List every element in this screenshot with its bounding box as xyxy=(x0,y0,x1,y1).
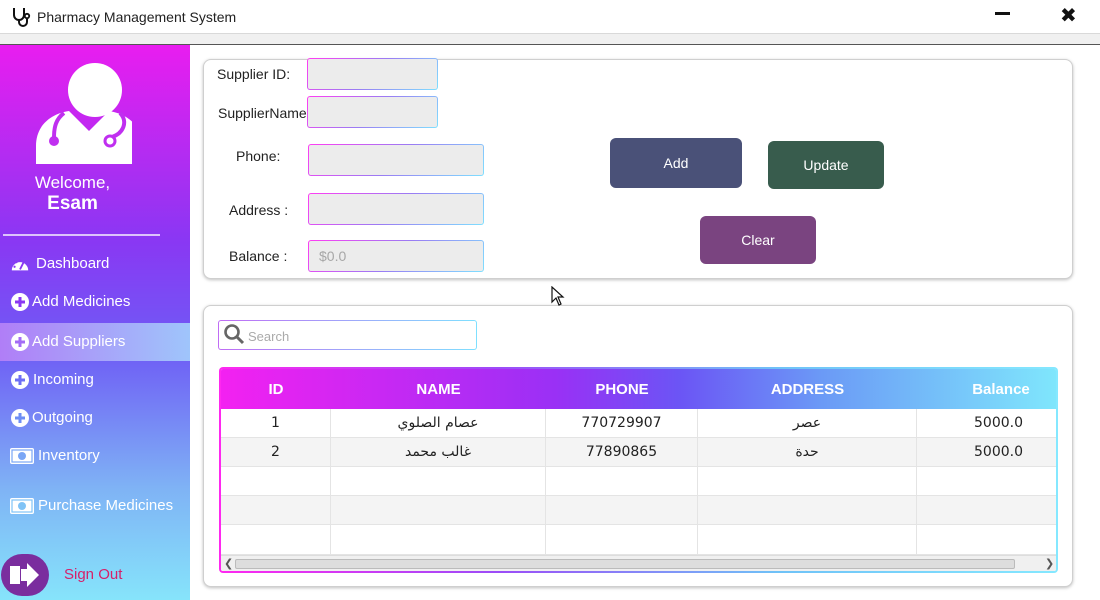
plus-circle-icon xyxy=(11,409,29,427)
empty-table-row xyxy=(221,496,1056,525)
supplier-id-label: Supplier ID: xyxy=(217,66,291,82)
sidebar-item-label: Incoming xyxy=(33,371,94,388)
sidebar-item-add-medicines[interactable]: Add Medicines xyxy=(0,283,190,321)
sidebar-item-purchase-medicines[interactable]: Purchase Medicines xyxy=(0,487,190,525)
horizontal-scrollbar[interactable]: ❮ ❯ xyxy=(221,555,1056,571)
search-icon xyxy=(224,324,245,345)
sidebar-item-incoming[interactable]: Incoming xyxy=(0,361,190,399)
sign-out-icon xyxy=(10,563,39,587)
money-bill-icon xyxy=(10,498,34,514)
sidebar-item-label: Purchase Medicines xyxy=(38,497,174,514)
table-row[interactable]: 1 عصام الصلوي 770729907 عصر 5000.0 xyxy=(221,409,1056,438)
cell-address: عصر xyxy=(698,409,917,438)
title-bar: Pharmacy Management System ✖ xyxy=(0,0,1100,34)
stethoscope-icon xyxy=(13,8,31,27)
phone-field[interactable] xyxy=(308,144,484,176)
sidebar-item-label: Outgoing xyxy=(32,409,93,426)
column-header-name[interactable]: NAME xyxy=(331,381,546,398)
sidebar-item-label: Add Suppliers xyxy=(32,333,126,350)
cell-phone: 770729907 xyxy=(546,409,698,438)
menu-strip xyxy=(0,34,1100,45)
scrollbar-thumb[interactable] xyxy=(235,559,1015,569)
suppliers-table: ID NAME PHONE ADDRESS Balance 1 عصام الص… xyxy=(219,367,1058,573)
search-input[interactable] xyxy=(248,327,468,345)
supplier-name-field[interactable] xyxy=(307,96,438,128)
sign-out-button[interactable] xyxy=(1,554,49,596)
add-button[interactable]: Add xyxy=(610,138,742,188)
supplier-form-panel: Supplier ID: SupplierName Phone: Address… xyxy=(203,59,1073,279)
column-header-balance[interactable]: Balance xyxy=(917,381,1056,398)
cell-name: عصام الصلوي xyxy=(331,409,546,438)
sidebar-item-label: Inventory xyxy=(38,447,100,464)
sidebar: Welcome, Esam Dashboard Add Medicines Ad… xyxy=(0,45,190,600)
scroll-left-arrow-icon[interactable]: ❮ xyxy=(224,557,233,570)
plus-circle-icon xyxy=(11,293,29,311)
empty-table-row xyxy=(221,525,1056,555)
suppliers-table-panel: ID NAME PHONE ADDRESS Balance 1 عصام الص… xyxy=(203,305,1073,587)
dashboard-gauge-icon xyxy=(11,259,29,271)
sidebar-item-label: Dashboard xyxy=(36,255,110,272)
doctor-avatar-icon xyxy=(36,63,132,164)
username: Esam xyxy=(47,193,98,214)
plus-circle-icon xyxy=(11,371,29,389)
column-header-address[interactable]: ADDRESS xyxy=(698,381,917,398)
sidebar-item-label: Add Medicines xyxy=(32,293,131,310)
money-bill-icon xyxy=(10,448,34,464)
cell-address: حدة xyxy=(698,438,917,467)
window-title: Pharmacy Management System xyxy=(37,9,237,25)
minimize-button[interactable] xyxy=(993,4,1013,24)
search-box[interactable] xyxy=(218,320,477,350)
empty-table-row xyxy=(221,467,1056,496)
sign-out-label[interactable]: Sign Out xyxy=(64,566,122,583)
phone-label: Phone: xyxy=(236,148,281,164)
sidebar-item-add-suppliers[interactable]: Add Suppliers xyxy=(0,323,190,361)
column-header-id[interactable]: ID xyxy=(221,381,331,398)
cell-id: 2 xyxy=(221,438,331,467)
supplier-name-label: SupplierName xyxy=(218,105,307,121)
sidebar-divider xyxy=(3,234,160,236)
mouse-cursor-icon xyxy=(551,286,565,306)
update-button[interactable]: Update xyxy=(768,141,884,189)
scroll-right-arrow-icon[interactable]: ❯ xyxy=(1045,557,1054,570)
balance-label: Balance : xyxy=(229,248,288,264)
sidebar-item-inventory[interactable]: Inventory xyxy=(0,437,190,475)
column-header-phone[interactable]: PHONE xyxy=(546,381,698,398)
cell-balance: 5000.0 xyxy=(974,415,1023,431)
plus-circle-icon xyxy=(11,333,29,351)
address-label: Address : xyxy=(229,202,289,218)
address-field[interactable] xyxy=(308,193,484,225)
clear-button[interactable]: Clear xyxy=(700,216,816,264)
cell-phone: 77890865 xyxy=(546,438,698,467)
cell-name: غالب محمد xyxy=(331,438,546,467)
welcome-text: Welcome, xyxy=(34,173,111,192)
sidebar-item-outgoing[interactable]: Outgoing xyxy=(0,399,190,437)
close-button[interactable]: ✖ xyxy=(1060,4,1080,28)
supplier-id-field[interactable] xyxy=(307,58,438,90)
cell-id: 1 xyxy=(221,409,331,438)
table-row[interactable]: 2 غالب محمد 77890865 حدة 5000.0 xyxy=(221,438,1056,467)
balance-field[interactable]: $0.0 xyxy=(308,240,484,272)
sidebar-item-dashboard[interactable]: Dashboard xyxy=(0,245,190,283)
table-header: ID NAME PHONE ADDRESS Balance xyxy=(221,369,1056,409)
cell-balance: 5000.0 xyxy=(974,444,1023,460)
